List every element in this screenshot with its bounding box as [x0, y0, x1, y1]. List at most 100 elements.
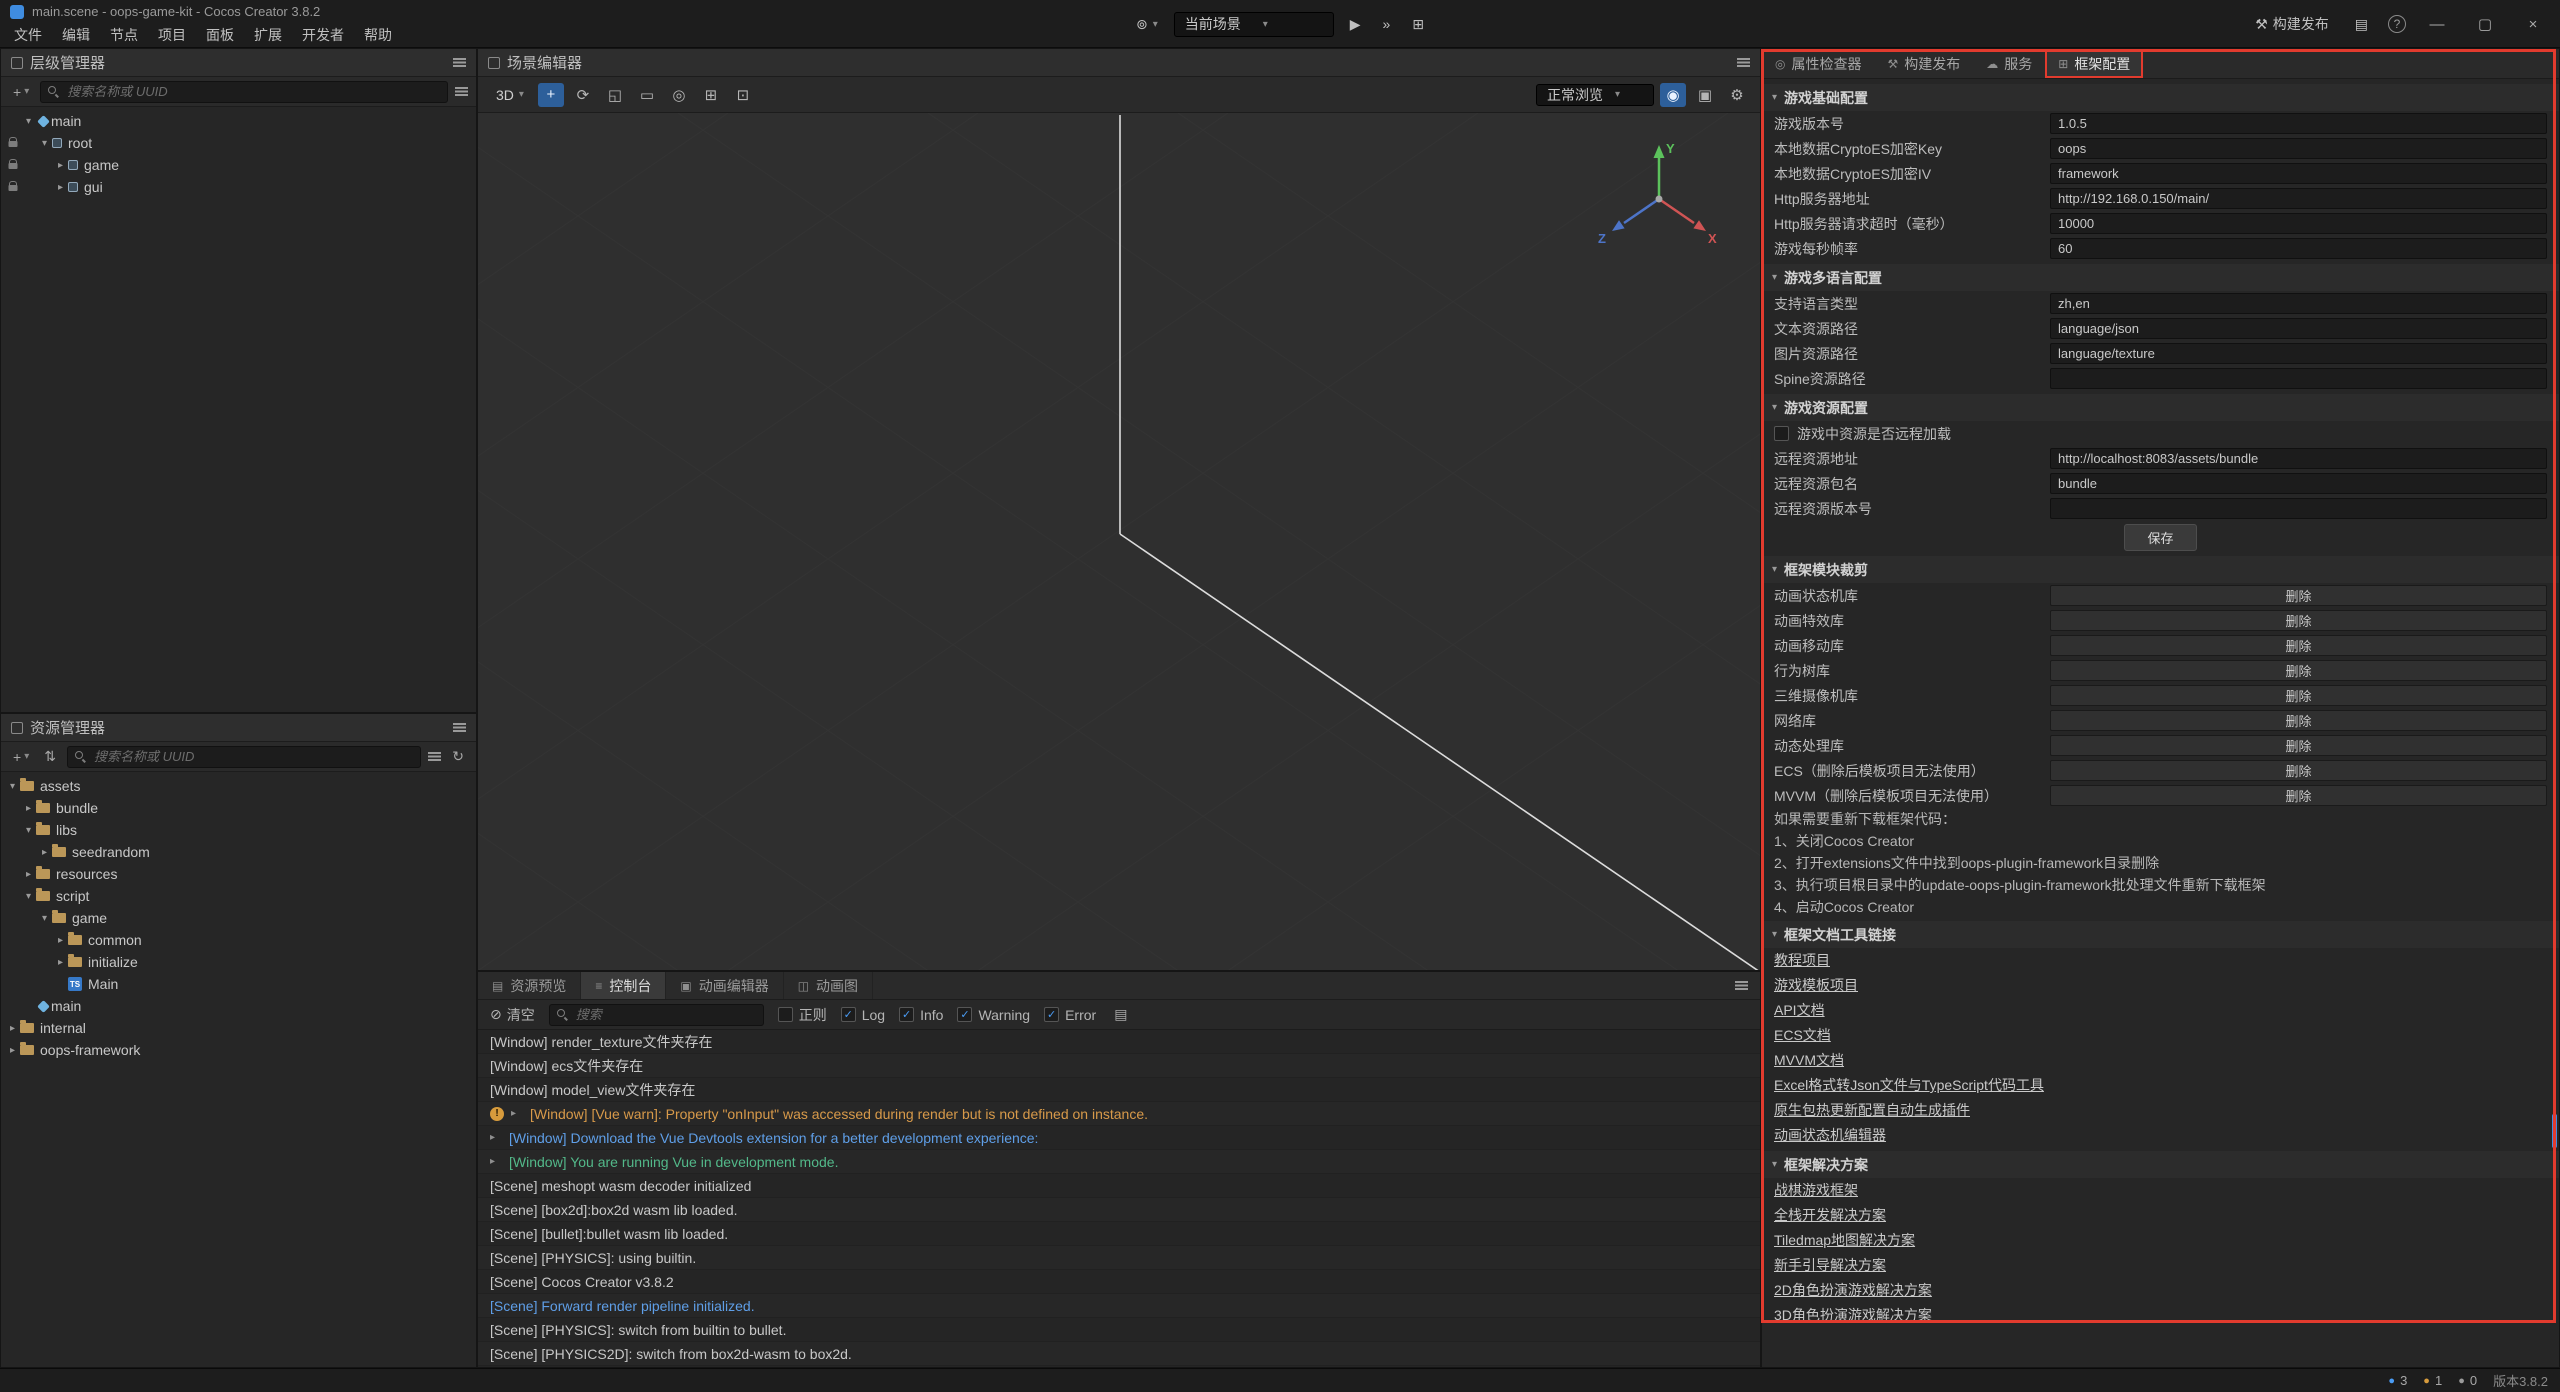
help-icon[interactable]: ?: [2388, 15, 2406, 33]
expand-arrow[interactable]: ▾: [37, 138, 52, 149]
console-menu-icon[interactable]: [1735, 981, 1748, 990]
expand-arrow[interactable]: ▸: [21, 803, 36, 814]
tree-item-script[interactable]: ▾script: [1, 885, 476, 907]
expand-arrow[interactable]: ▸: [5, 1045, 20, 1056]
link-教程项目[interactable]: 教程项目: [1762, 948, 2559, 973]
log-line[interactable]: [Scene] [box2d]:box2d wasm lib loaded.: [478, 1198, 1760, 1222]
tree-item-assets[interactable]: ▾assets: [1, 775, 476, 797]
tree-item-bundle[interactable]: ▸bundle: [1, 797, 476, 819]
view-mode-select[interactable]: 正常浏览▾: [1536, 84, 1654, 106]
menu-文件[interactable]: 文件: [4, 25, 52, 45]
input-图片资源路径[interactable]: [2050, 343, 2547, 364]
expand-arrow[interactable]: ▾: [37, 913, 52, 924]
layout-icon[interactable]: ▤: [2349, 13, 2374, 36]
expand-arrow[interactable]: ▸: [53, 182, 68, 193]
section-header[interactable]: ▾框架解决方案: [1762, 1151, 2559, 1178]
tree-item-seedrandom[interactable]: ▸seedrandom: [1, 841, 476, 863]
link-2D角色扮演游戏解决方案[interactable]: 2D角色扮演游戏解决方案: [1762, 1278, 2559, 1303]
clear-console-button[interactable]: ⊘清空: [490, 1005, 535, 1025]
delete-button[interactable]: 删除: [2050, 585, 2547, 606]
filter-warning[interactable]: ✓Warning: [957, 1007, 1030, 1023]
assets-menu-icon[interactable]: [453, 723, 466, 732]
create-asset-button[interactable]: +▾: [9, 747, 33, 767]
log-line[interactable]: [Scene] [PHYSICS2D]: switch from box2d-w…: [478, 1342, 1760, 1366]
delete-button[interactable]: 删除: [2050, 785, 2547, 806]
tree-item-resources[interactable]: ▸resources: [1, 863, 476, 885]
link-全栈开发解决方案[interactable]: 全栈开发解决方案: [1762, 1203, 2559, 1228]
menu-编辑[interactable]: 编辑: [52, 25, 100, 45]
delete-button[interactable]: 删除: [2050, 760, 2547, 781]
delete-button[interactable]: 删除: [2050, 685, 2547, 706]
section-header[interactable]: ▾游戏多语言配置: [1762, 264, 2559, 291]
rotate-tool[interactable]: ⟳: [570, 83, 596, 107]
menu-面板[interactable]: 面板: [196, 25, 244, 45]
lock-icon[interactable]: [5, 159, 21, 171]
tab-资源预览[interactable]: ▤资源预览: [478, 972, 581, 999]
menu-帮助[interactable]: 帮助: [354, 25, 402, 45]
delete-button[interactable]: 删除: [2050, 735, 2547, 756]
lock-icon[interactable]: [5, 137, 21, 149]
error-count[interactable]: ●0: [2458, 1373, 2477, 1388]
filter-error[interactable]: ✓Error: [1044, 1007, 1096, 1023]
input-支持语言类型[interactable]: [2050, 293, 2547, 314]
menu-节点[interactable]: 节点: [100, 25, 148, 45]
tree-item-root[interactable]: ▾root: [1, 132, 476, 154]
link-Excel格式转Json文件与TypeScript代码工具[interactable]: Excel格式转Json文件与TypeScript代码工具: [1762, 1073, 2559, 1098]
expand-arrow[interactable]: ▸: [53, 160, 68, 171]
link-新手引导解决方案[interactable]: 新手引导解决方案: [1762, 1253, 2559, 1278]
expand-caret[interactable]: ▸: [490, 1132, 502, 1143]
tab-动画编辑器[interactable]: ▣动画编辑器: [666, 972, 783, 999]
expand-arrow[interactable]: ▸: [53, 935, 68, 946]
tree-item-main[interactable]: main: [1, 995, 476, 1017]
filter-log[interactable]: ✓Log: [841, 1007, 885, 1023]
input-游戏每秒帧率[interactable]: [2050, 238, 2547, 259]
tab-构建发布[interactable]: ⚒构建发布: [1874, 49, 1973, 78]
inspector-scrollbar[interactable]: [2552, 1114, 2557, 1148]
input-Spine资源路径[interactable]: [2050, 368, 2547, 389]
viewport-settings-icon[interactable]: ⚙: [1724, 83, 1750, 107]
menu-开发者[interactable]: 开发者: [292, 25, 354, 45]
rect-tool[interactable]: ▭: [634, 83, 660, 107]
menu-项目[interactable]: 项目: [148, 25, 196, 45]
log-line[interactable]: [Scene] Forward render pipeline initiali…: [478, 1294, 1760, 1318]
scale-tool[interactable]: ◱: [602, 83, 628, 107]
input-本地数据CryptoES加密Key[interactable]: [2050, 138, 2547, 159]
menu-扩展[interactable]: 扩展: [244, 25, 292, 45]
transform-space-toggle[interactable]: ◎: [666, 83, 692, 107]
tree-item-main[interactable]: ▾main: [1, 110, 476, 132]
lighting-toggle-icon[interactable]: ◉: [1660, 83, 1686, 107]
tree-item-internal[interactable]: ▸internal: [1, 1017, 476, 1039]
minimize-button[interactable]: —: [2420, 9, 2454, 39]
expand-arrow[interactable]: ▸: [37, 847, 52, 858]
regex-toggle[interactable]: 正则: [778, 1005, 827, 1025]
tree-item-game[interactable]: ▸game: [1, 154, 476, 176]
sort-assets-icon[interactable]: ⇅: [40, 746, 60, 767]
tree-item-initialize[interactable]: ▸initialize: [1, 951, 476, 973]
tree-item-game[interactable]: ▾game: [1, 907, 476, 929]
scene-menu-icon[interactable]: [1737, 58, 1750, 67]
input-远程资源地址[interactable]: [2050, 448, 2547, 469]
tab-动画图[interactable]: ◫动画图: [784, 972, 873, 999]
log-line[interactable]: [Scene] Cocos Creator v3.8.2: [478, 1270, 1760, 1294]
expand-arrow[interactable]: ▸: [5, 1023, 20, 1034]
input-文本资源路径[interactable]: [2050, 318, 2547, 339]
preview-grid-button[interactable]: ⊞: [1406, 13, 1430, 36]
link-原生包热更新配置自动生成插件[interactable]: 原生包热更新配置自动生成插件: [1762, 1098, 2559, 1123]
log-line[interactable]: ▸[Window] You are running Vue in develop…: [478, 1150, 1760, 1174]
console-search-input[interactable]: [574, 1006, 756, 1023]
scene-select[interactable]: 当前场景▾: [1174, 12, 1334, 37]
log-line[interactable]: !▸[Window] [Vue warn]: Property "onInput…: [478, 1102, 1760, 1126]
log-line[interactable]: [Scene] [PHYSICS]: using builtin.: [478, 1246, 1760, 1270]
log-line[interactable]: [Scene] meshopt wasm decoder initialized: [478, 1174, 1760, 1198]
export-log-icon[interactable]: ▤: [1110, 1004, 1131, 1025]
log-line[interactable]: [Scene] [PHYSICS]: switch from builtin t…: [478, 1318, 1760, 1342]
warning-count[interactable]: ●1: [2423, 1373, 2442, 1388]
save-button[interactable]: 保存: [2124, 524, 2196, 551]
log-line[interactable]: [Window] ecs文件夹存在: [478, 1054, 1760, 1078]
expand-caret[interactable]: ▸: [511, 1108, 523, 1119]
link-游戏模板项目[interactable]: 游戏模板项目: [1762, 973, 2559, 998]
assets-search-input[interactable]: [92, 748, 413, 765]
link-ECS文档[interactable]: ECS文档: [1762, 1023, 2559, 1048]
delete-button[interactable]: 删除: [2050, 610, 2547, 631]
axis-gizmo[interactable]: Y X Z: [1594, 137, 1726, 255]
